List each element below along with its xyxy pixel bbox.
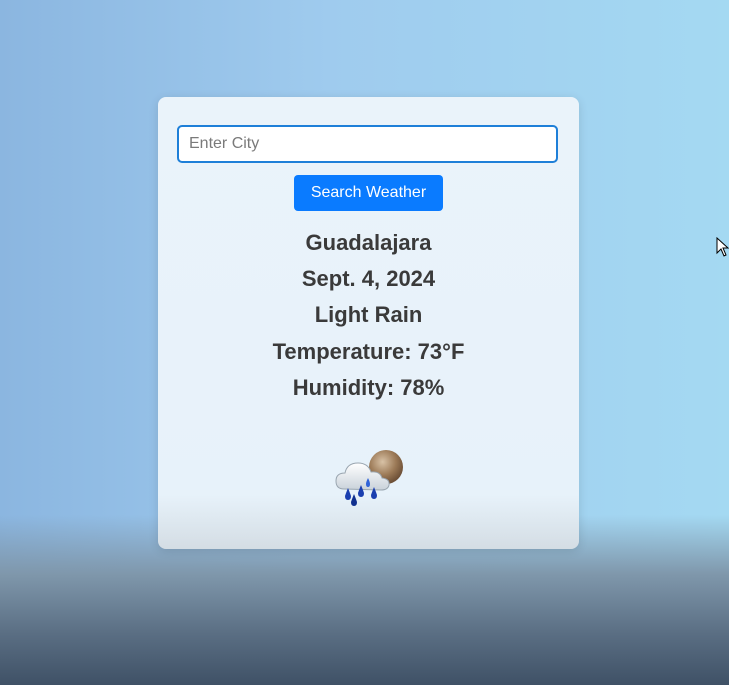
search-weather-button[interactable]: Search Weather bbox=[294, 175, 443, 211]
mouse-cursor-icon bbox=[716, 237, 729, 257]
weather-condition: Light Rain bbox=[314, 302, 423, 327]
rain-cloud-icon bbox=[335, 450, 403, 506]
temperature-value: Temperature: 73°F bbox=[272, 339, 465, 364]
city-name: Guadalajara bbox=[305, 230, 432, 255]
city-input[interactable] bbox=[177, 125, 558, 163]
humidity-value: Humidity: 78% bbox=[292, 375, 445, 400]
weather-date: Sept. 4, 2024 bbox=[301, 266, 436, 291]
weather-card: Search Weather Guadalajara Sept. 4, 2024… bbox=[158, 97, 579, 549]
